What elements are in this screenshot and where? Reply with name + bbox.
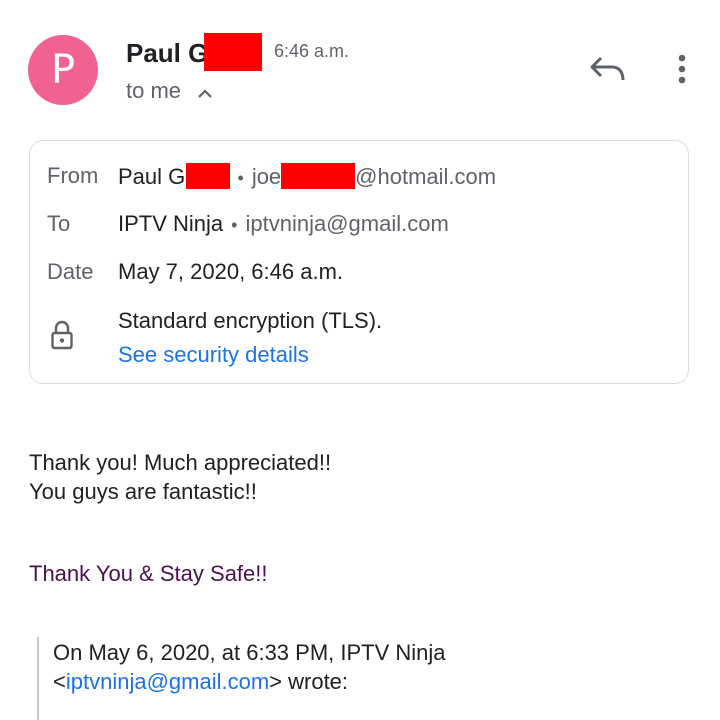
more-options-button[interactable] — [668, 50, 696, 90]
from-email-suffix: @hotmail.com — [355, 164, 497, 189]
recipient-summary: to me — [126, 78, 182, 103]
quote-tail: > wrote: — [269, 669, 349, 694]
quote-email-link[interactable]: iptvninja@gmail.com — [66, 669, 269, 694]
reply-icon — [590, 56, 625, 81]
recipient-toggle[interactable]: to me — [126, 78, 213, 105]
encryption-text: Standard encryption (TLS). — [118, 308, 383, 333]
from-value: Paul Ge • joe @hotmail.com — [118, 163, 496, 190]
date-value: May 7, 2020, 6:46 a.m. — [118, 259, 344, 284]
quote-line-2: <iptvninja@gmail.com> wrote: — [53, 667, 446, 696]
from-label: From — [47, 163, 99, 188]
sender-name: Paul G — [126, 33, 263, 71]
date-label: Date — [47, 259, 94, 284]
to-name: IPTV Ninja — [118, 211, 224, 236]
security-details-link[interactable]: See security details — [118, 342, 309, 368]
avatar[interactable]: P — [28, 35, 98, 105]
chevron-up-icon — [197, 79, 213, 105]
separator-dot: • — [231, 215, 238, 235]
redaction-box — [281, 163, 356, 189]
to-label: To — [47, 211, 71, 236]
message-body: Thank you! Much appreciated!! You guys a… — [29, 448, 331, 506]
from-email-prefix: joe — [251, 164, 282, 189]
quote-bar — [37, 637, 39, 720]
sender-name-text: Paul G — [126, 38, 209, 68]
redaction-box — [204, 33, 263, 71]
separator-dot: • — [237, 168, 244, 188]
message-line-1: Thank you! Much appreciated!! — [29, 450, 332, 475]
quote-open-bracket: < — [53, 669, 66, 694]
lock-icon — [50, 320, 74, 355]
quote-line-1: On May 6, 2020, at 6:33 PM, IPTV Ninja — [53, 640, 446, 665]
more-vert-icon — [678, 54, 686, 84]
quoted-text: On May 6, 2020, at 6:33 PM, IPTV Ninja <… — [53, 638, 446, 696]
to-email: iptvninja@gmail.com — [245, 211, 449, 236]
message-line-2: You guys are fantastic!! — [29, 479, 257, 504]
reply-button[interactable] — [588, 50, 628, 90]
to-value: IPTV Ninja • iptvninja@gmail.com — [118, 211, 449, 237]
message-time: 6:46 a.m. — [274, 41, 350, 61]
signoff-text: Thank You & Stay Safe!! — [29, 561, 268, 586]
redaction-box — [185, 163, 230, 189]
